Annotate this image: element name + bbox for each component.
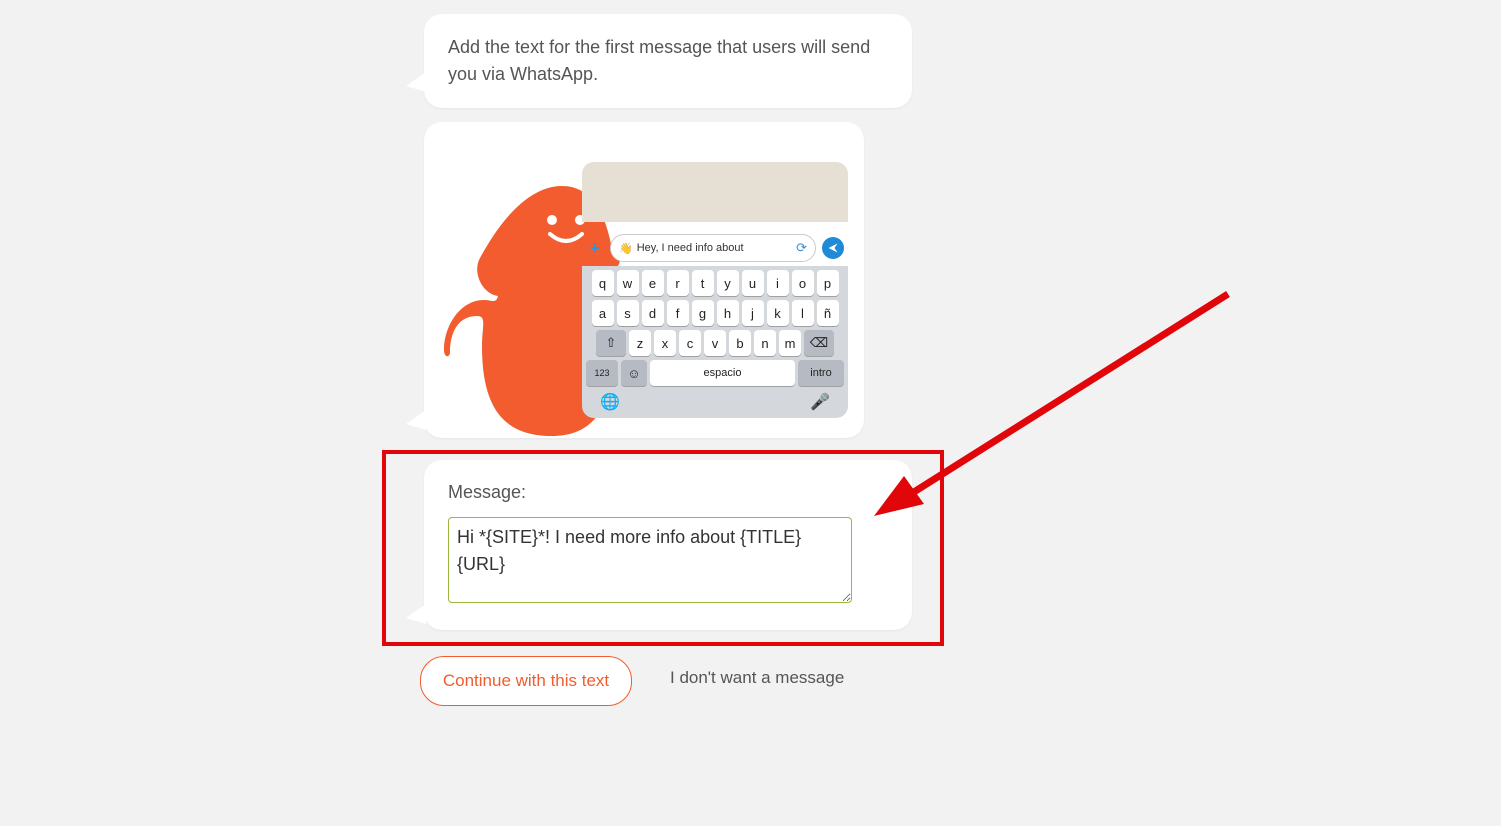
key: ñ xyxy=(817,300,839,326)
key: v xyxy=(704,330,726,356)
key: l xyxy=(792,300,814,326)
keyboard-row-1: qwertyuiop xyxy=(586,270,844,296)
mic-icon: 🎤 xyxy=(810,392,830,412)
keyboard-bottom-row: 🌐 🎤 xyxy=(586,390,844,412)
key: s xyxy=(617,300,639,326)
keyboard-row-4: 123 ☺ espacio intro xyxy=(586,360,844,386)
message-label: Message: xyxy=(448,482,888,503)
key: g xyxy=(692,300,714,326)
wave-emoji-icon: 👋 xyxy=(619,242,633,255)
keyboard-row-2: asdfghjklñ xyxy=(586,300,844,326)
refresh-icon: ⟳ xyxy=(796,240,807,256)
key-emoji: ☺ xyxy=(621,360,647,386)
skip-link[interactable]: I don't want a message xyxy=(670,668,844,688)
message-input-bubble: Message: xyxy=(424,460,912,630)
preview-input-text: Hey, I need info about xyxy=(637,242,744,254)
key: e xyxy=(642,270,664,296)
skip-link-label: I don't want a message xyxy=(670,668,844,687)
key: z xyxy=(629,330,651,356)
continue-button-label: Continue with this text xyxy=(443,671,609,691)
key: q xyxy=(592,270,614,296)
key: a xyxy=(592,300,614,326)
bubble-tail-icon xyxy=(406,604,426,624)
key: u xyxy=(742,270,764,296)
key: f xyxy=(667,300,689,326)
bubble-tail-icon xyxy=(406,72,426,92)
plus-icon: + xyxy=(586,238,604,259)
chat-background xyxy=(582,162,848,222)
key: h xyxy=(717,300,739,326)
keyboard-illustration: qwertyuiop asdfghjklñ ⇧zxcvbnm⌫ 123 ☺ es… xyxy=(582,266,848,418)
key: w xyxy=(617,270,639,296)
key-shift: ⇧ xyxy=(596,330,626,356)
continue-button[interactable]: Continue with this text xyxy=(420,656,632,706)
annotation-arrow-icon xyxy=(868,288,1238,538)
key-space: espacio xyxy=(650,360,795,386)
instruction-bubble: Add the text for the first message that … xyxy=(424,14,912,108)
key: c xyxy=(679,330,701,356)
key: o xyxy=(792,270,814,296)
key: p xyxy=(817,270,839,296)
key: k xyxy=(767,300,789,326)
key: n xyxy=(754,330,776,356)
send-icon xyxy=(822,237,844,259)
key: b xyxy=(729,330,751,356)
key: m xyxy=(779,330,801,356)
illustration-bubble: + 👋 Hey, I need info about ⟳ qwertyuiop … xyxy=(424,122,864,438)
message-input-bar: + 👋 Hey, I need info about ⟳ xyxy=(586,234,844,262)
key: x xyxy=(654,330,676,356)
key-backspace: ⌫ xyxy=(804,330,834,356)
key: d xyxy=(642,300,664,326)
key: t xyxy=(692,270,714,296)
keyboard-row-3: ⇧zxcvbnm⌫ xyxy=(586,330,844,356)
key: r xyxy=(667,270,689,296)
message-textarea[interactable] xyxy=(448,517,852,603)
key-123: 123 xyxy=(586,360,618,386)
key: y xyxy=(717,270,739,296)
bubble-tail-icon xyxy=(406,410,426,430)
globe-icon: 🌐 xyxy=(600,392,620,412)
preview-input-field: 👋 Hey, I need info about ⟳ xyxy=(610,234,816,262)
phone-preview: + 👋 Hey, I need info about ⟳ qwertyuiop … xyxy=(582,162,848,430)
key: i xyxy=(767,270,789,296)
key-enter: intro xyxy=(798,360,844,386)
instruction-text: Add the text for the first message that … xyxy=(448,37,870,84)
key: j xyxy=(742,300,764,326)
